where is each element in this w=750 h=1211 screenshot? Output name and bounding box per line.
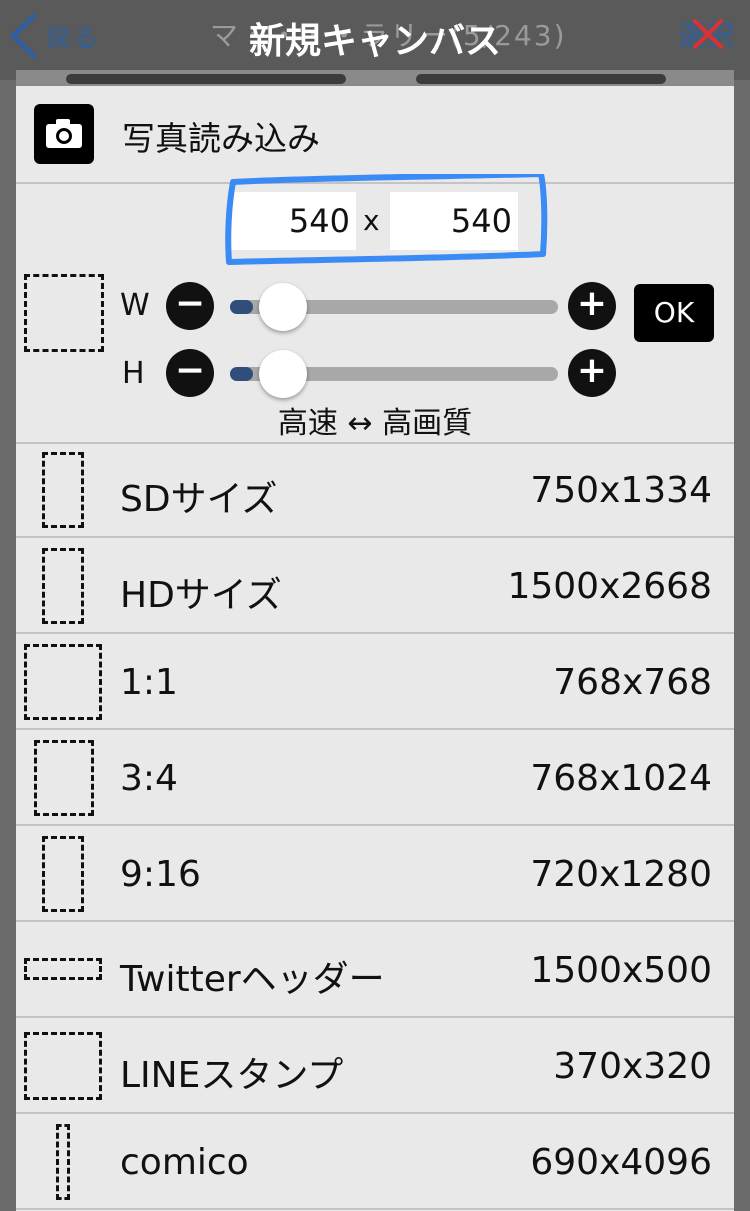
aspect-frame-icon <box>56 1124 70 1200</box>
camera-icon <box>34 104 94 164</box>
preset-size: 768x1024 <box>530 758 712 799</box>
preset-size: 1500x2668 <box>507 566 712 607</box>
width-minus-button[interactable]: − <box>166 282 214 330</box>
navigation-bar: 戻る マ・・・・ラリー(5/243) 新規キャンバス 選択 <box>0 0 750 80</box>
preset-name: 3:4 <box>120 758 178 799</box>
custom-size-section: 540 x 540 W − + H − + OK 高速 ↔ 高画質 <box>16 174 734 444</box>
preset-name: comico <box>120 1142 249 1183</box>
preset-name: 9:16 <box>120 854 201 895</box>
close-icon[interactable] <box>690 16 726 52</box>
aspect-frame-icon <box>24 644 102 720</box>
preset-size: 370x320 <box>553 1046 712 1087</box>
height-slider-knob[interactable] <box>259 350 308 398</box>
quality-hint: 高速 ↔ 高画質 <box>277 406 473 441</box>
height-label: H <box>122 356 145 391</box>
height-slider-fill <box>230 367 254 381</box>
width-slider-knob[interactable] <box>259 283 308 331</box>
preset-row[interactable]: HDサイズ 1500x2668 <box>16 538 734 634</box>
aspect-frame-icon <box>34 740 94 816</box>
preset-name: 1:1 <box>120 662 178 703</box>
ok-button[interactable]: OK <box>634 284 714 342</box>
aspect-frame-icon <box>42 836 84 912</box>
preset-size: 750x1334 <box>530 470 712 511</box>
photo-import-row[interactable]: 写真読み込み <box>16 86 734 184</box>
preset-row[interactable]: 9:16 720x1280 <box>16 826 734 922</box>
background-shape <box>66 74 346 84</box>
width-plus-button[interactable]: + <box>568 282 616 330</box>
preset-row[interactable]: SDサイズ 750x1334 <box>16 442 734 538</box>
preset-row[interactable]: LINEスタンプ 370x320 <box>16 1018 734 1114</box>
background-shape <box>416 74 666 84</box>
width-slider-fill <box>230 300 254 314</box>
preset-name: Twitterヘッダー <box>120 959 385 1000</box>
aspect-frame-icon <box>42 452 84 528</box>
preset-row[interactable]: 3:4 768x1024 <box>16 730 734 826</box>
aspect-frame-icon <box>42 548 84 624</box>
preset-name: SDサイズ <box>120 479 278 520</box>
page-title: 新規キャンバス <box>248 21 501 62</box>
preset-size: 768x768 <box>553 662 712 703</box>
preset-row[interactable]: Twitterヘッダー 1500x500 <box>16 922 734 1018</box>
preset-name: HDサイズ <box>120 575 282 616</box>
height-plus-button[interactable]: + <box>568 349 616 397</box>
aspect-frame-icon <box>24 958 102 980</box>
highlight-annotation <box>225 174 548 265</box>
preset-row[interactable]: comico 690x4096 <box>16 1114 734 1210</box>
preset-name: LINEスタンプ <box>120 1055 344 1096</box>
width-label: W <box>120 288 150 323</box>
preset-size: 690x4096 <box>530 1142 712 1183</box>
aspect-frame-icon <box>24 1032 102 1100</box>
photo-import-label: 写真読み込み <box>122 119 320 158</box>
new-canvas-panel: 写真読み込み 540 x 540 W − + H − + OK 高速 ↔ 高画質… <box>16 86 734 1211</box>
custom-frame-icon <box>24 274 104 352</box>
preset-row[interactable]: 1:1 768x768 <box>16 634 734 730</box>
preset-size: 1500x500 <box>530 950 712 991</box>
height-minus-button[interactable]: − <box>166 349 214 397</box>
preset-size: 720x1280 <box>530 854 712 895</box>
